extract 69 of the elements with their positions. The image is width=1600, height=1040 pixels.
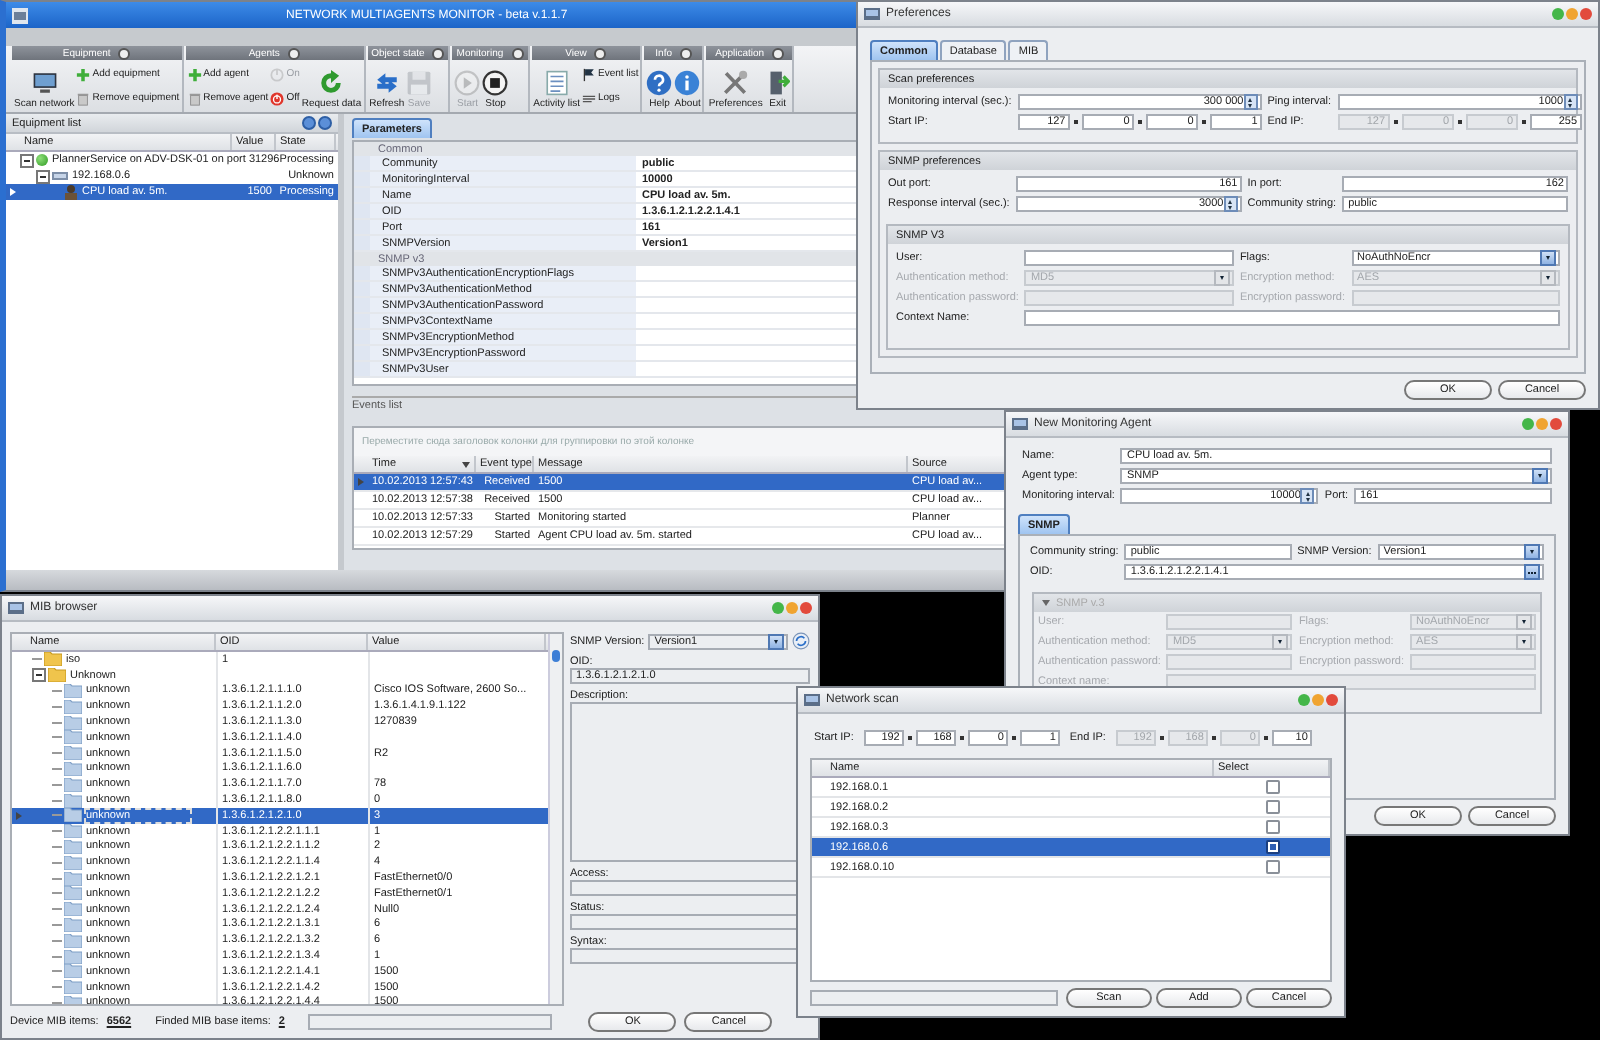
close-button[interactable]: [1550, 418, 1562, 430]
checkbox[interactable]: [1265, 780, 1279, 794]
checkbox[interactable]: [1265, 860, 1279, 874]
collapse-icon[interactable]: [36, 169, 50, 183]
launcher-icon[interactable]: [118, 47, 131, 59]
checkbox[interactable]: [1265, 840, 1279, 854]
text-field[interactable]: [1166, 654, 1293, 670]
plus-icon: [187, 67, 202, 81]
minimize-button[interactable]: [772, 602, 784, 614]
dropdown-button[interactable]: [1540, 250, 1556, 266]
plus-icon: [76, 67, 91, 81]
row-indicator-icon: [16, 811, 22, 820]
checkbox[interactable]: [1265, 820, 1279, 834]
collapse-icon[interactable]: [32, 668, 46, 683]
launcher-icon[interactable]: [287, 47, 300, 59]
trash-icon: [187, 91, 202, 105]
tools-icon: [722, 70, 749, 96]
dropdown-button[interactable]: [1516, 614, 1532, 630]
dropdown-button[interactable]: [768, 633, 784, 649]
spin-button[interactable]: [1223, 196, 1238, 212]
host-icon: [52, 169, 68, 183]
spin-button[interactable]: [1300, 488, 1315, 504]
minimize-button[interactable]: [1552, 8, 1564, 20]
power-icon: [270, 67, 285, 81]
close-button[interactable]: [1326, 694, 1338, 706]
text-field[interactable]: [1024, 310, 1560, 326]
sort-arrow-icon: [462, 461, 470, 467]
agent-icon: [64, 184, 78, 200]
status-dot-icon: [36, 154, 48, 166]
dropdown-button[interactable]: [1516, 634, 1532, 650]
power-icon: [270, 91, 285, 105]
browse-button[interactable]: [1524, 564, 1540, 580]
launcher-icon[interactable]: [594, 47, 607, 59]
text-field[interactable]: [1166, 614, 1293, 630]
info-icon: [674, 70, 701, 96]
spin-button[interactable]: [1243, 94, 1258, 110]
dropdown-button[interactable]: [1524, 544, 1540, 560]
launcher-icon[interactable]: [772, 47, 785, 59]
collapse-icon[interactable]: [20, 153, 34, 167]
close-button[interactable]: [318, 116, 332, 130]
close-button[interactable]: [800, 602, 812, 614]
launcher-icon[interactable]: [432, 47, 445, 59]
dropdown-button[interactable]: [1532, 468, 1548, 484]
list-icon: [543, 70, 570, 96]
monitor-icon: [31, 70, 58, 96]
app-icon: [12, 7, 28, 23]
checkbox[interactable]: [1265, 800, 1279, 814]
pin-button[interactable]: [302, 116, 316, 130]
minimize-button[interactable]: [1298, 694, 1310, 706]
trash-icon: [76, 91, 91, 105]
minimize-button[interactable]: [1522, 418, 1534, 430]
spin-button[interactable]: [1563, 94, 1578, 110]
row-indicator-icon: [358, 478, 364, 486]
help-icon: [646, 70, 673, 96]
text-field[interactable]: [1410, 654, 1536, 670]
refresh-icon: [318, 70, 345, 96]
close-button[interactable]: [1580, 8, 1592, 20]
stop-icon: [482, 70, 509, 96]
play-icon: [454, 70, 481, 96]
scrollbar[interactable]: [548, 634, 562, 1004]
flag-icon: [582, 67, 596, 81]
dropdown-button[interactable]: [1272, 634, 1289, 650]
refresh-icon: [373, 70, 400, 96]
refresh-icon[interactable]: [792, 632, 810, 650]
text-field[interactable]: [1024, 250, 1234, 266]
lines-icon: [582, 91, 596, 105]
launcher-icon[interactable]: [511, 47, 524, 59]
row-indicator-icon: [10, 188, 16, 196]
launcher-icon[interactable]: [680, 47, 692, 59]
